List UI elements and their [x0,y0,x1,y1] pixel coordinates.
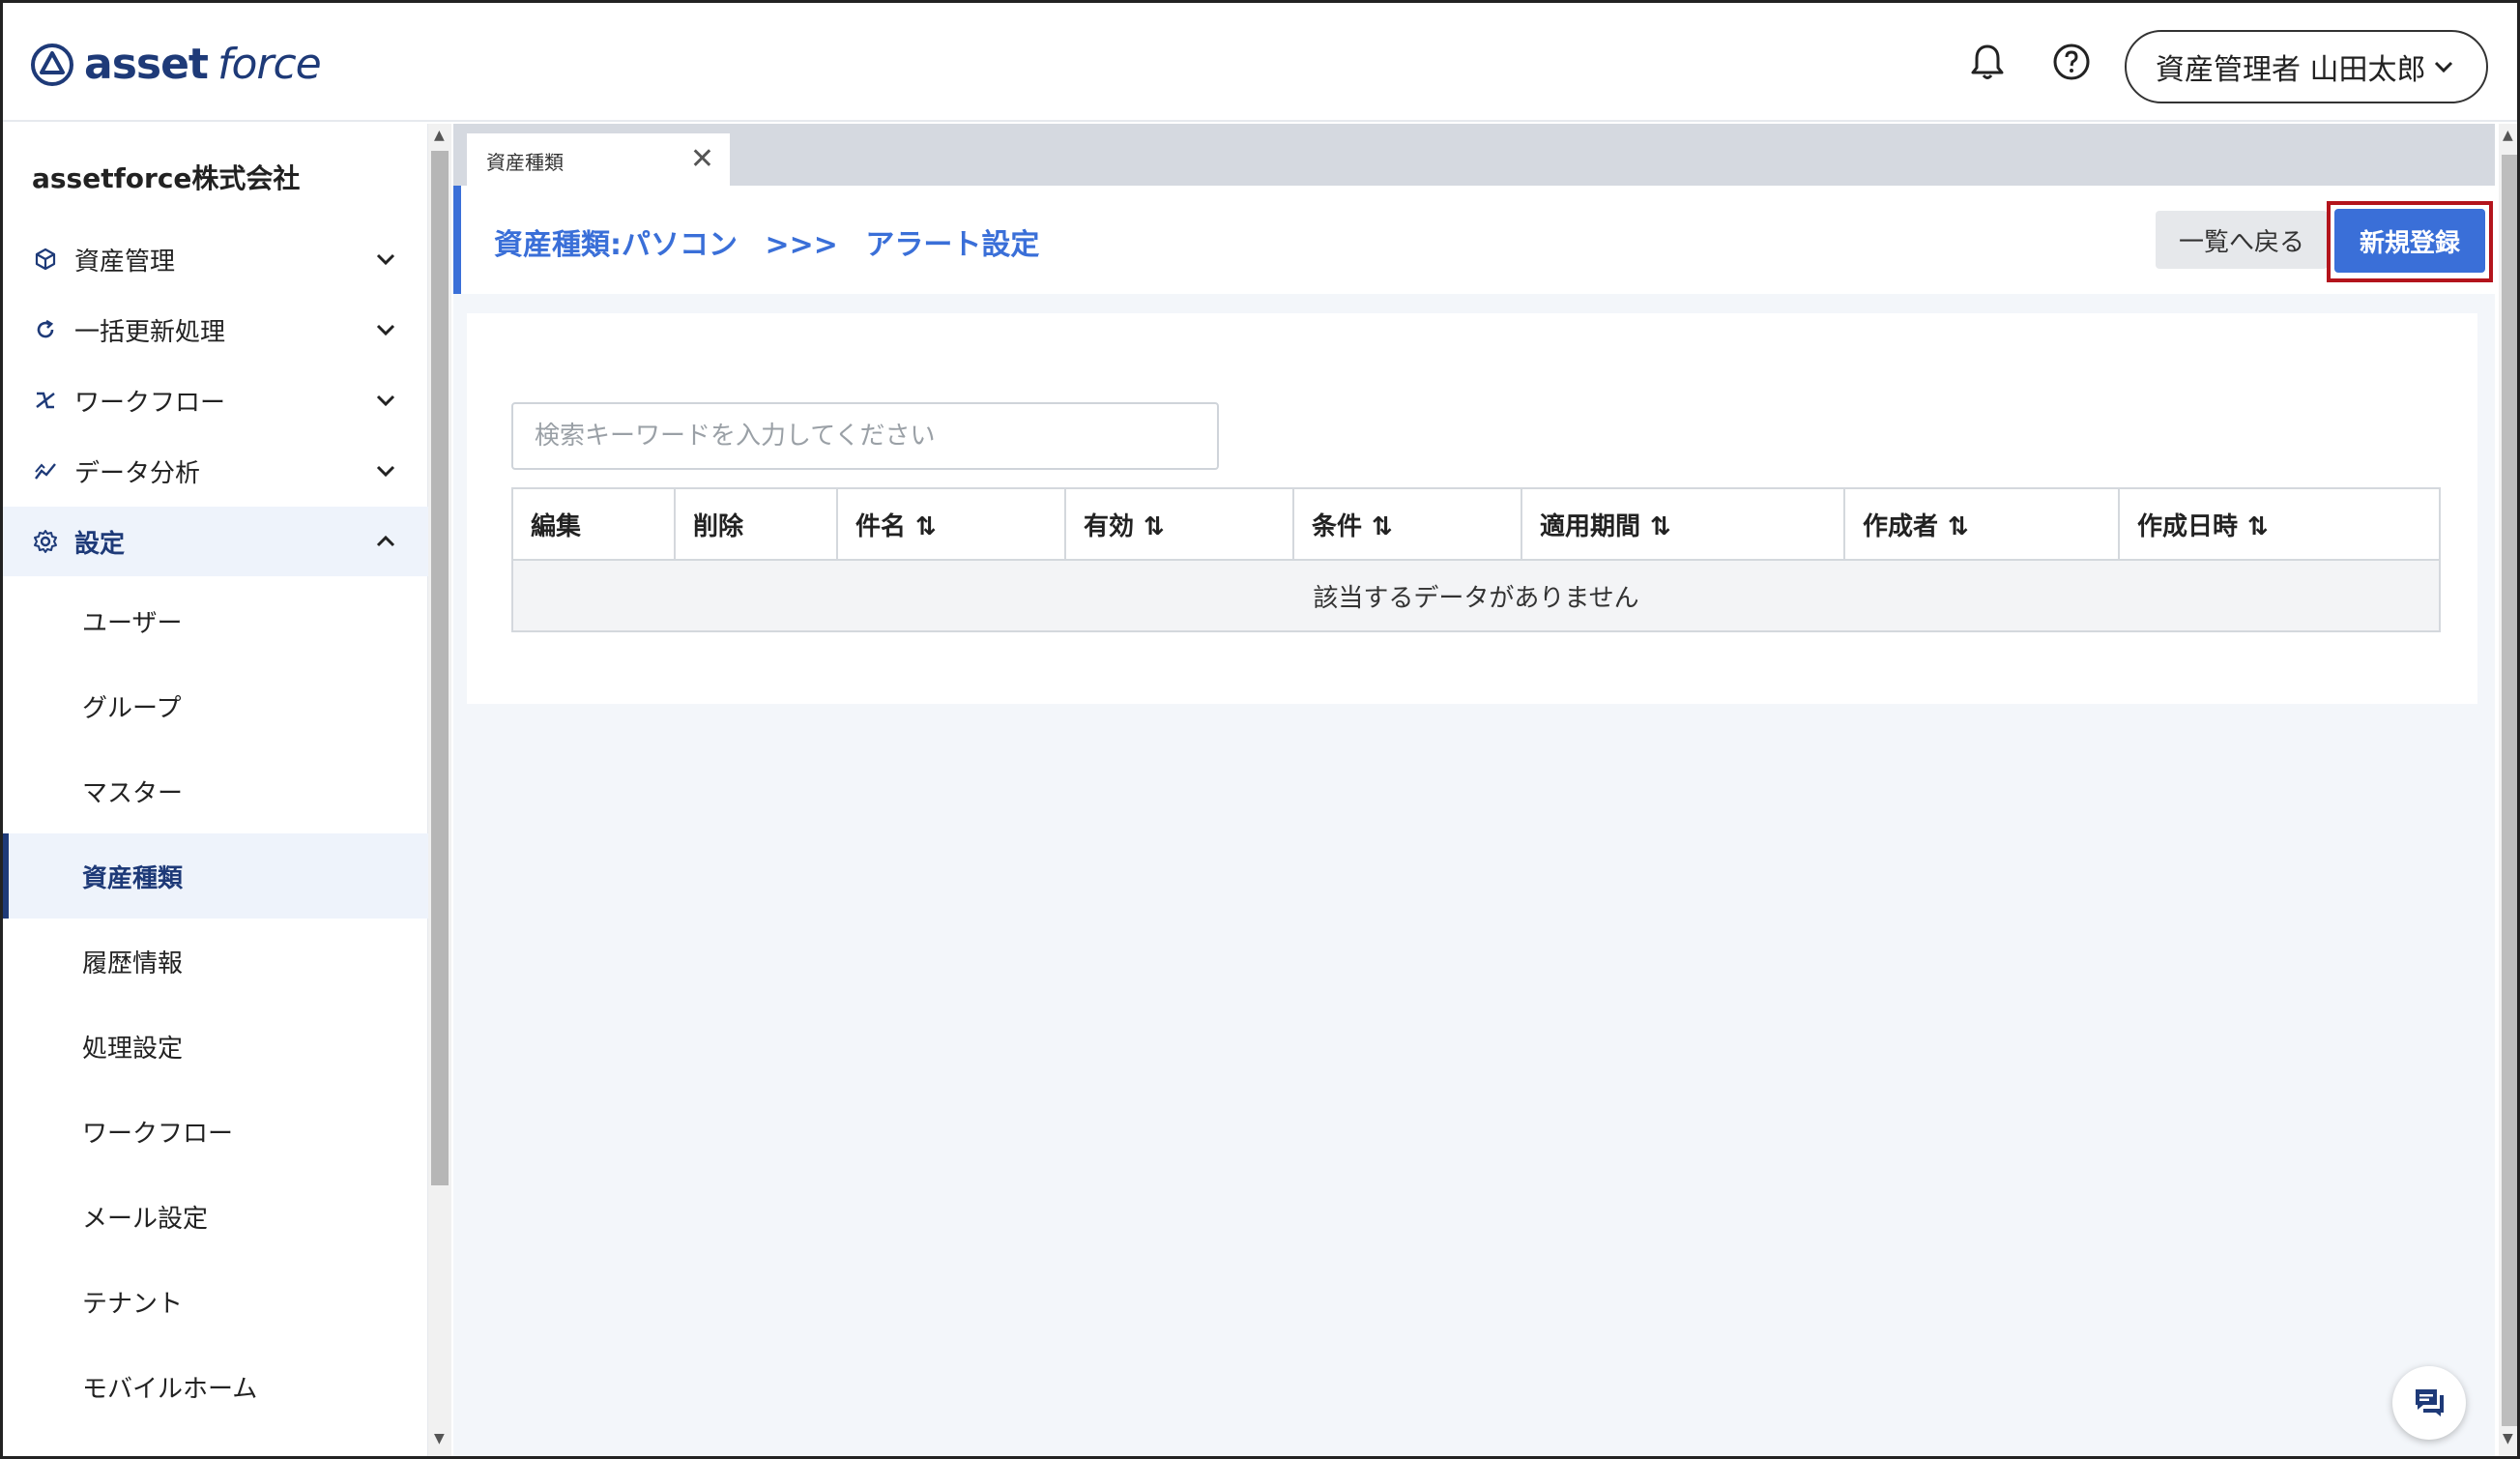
chart-icon [32,457,59,484]
chevron-down-icon [2434,61,2453,73]
new-registration-button[interactable]: 新規登録 [2334,209,2485,273]
tab-label: 資産種類 [486,150,564,174]
back-to-list-button[interactable]: 一覧へ戻る [2156,211,2328,269]
sort-icon[interactable]: ⇅ [1948,512,1969,541]
chat-icon [2416,1389,2444,1416]
column-header-condition[interactable]: 条件 ⇅ [1293,488,1522,560]
alert-list-card: 編集 削除 件名⇅ 有効⇅ 条件⇅ 適用期間⇅ 作成者⇅ 作成日時⇅ 該当するデ… [467,313,2477,704]
breadcrumb-asset-type[interactable]: 資産種類:パソコン [494,228,738,262]
sidebar-subitem-label: テナント [82,1289,184,1319]
sort-icon[interactable]: ⇅ [1650,512,1671,541]
close-icon[interactable]: ✕ [690,145,714,174]
chevron-up-icon [376,535,395,547]
user-menu-button[interactable]: 資産管理者 山田太郎 [2125,30,2488,103]
empty-message: 該当するデータがありません [512,559,2440,631]
user-menu-label: 資産管理者 山田太郎 [2156,53,2426,87]
sidebar-item-settings[interactable]: 設定 [3,507,428,576]
sort-icon[interactable]: ⇅ [1372,512,1393,541]
sidebar-subitem-label: グループ [82,693,182,723]
chevron-down-icon [376,465,395,478]
column-header-delete: 削除 [675,488,838,560]
sidebar-subitem-label: 資産種類 [82,863,184,893]
sidebar-subitem-users[interactable]: ユーザー [3,578,428,663]
column-header-created-at[interactable]: 作成日時 ⇅ [2119,488,2440,560]
sidebar-subitem-asset-types[interactable]: 資産種類 [3,833,428,919]
sidebar-subitem-label: ユーザー [82,608,183,638]
logo-text-force: force [217,40,322,89]
table-row: 該当するデータがありません [512,559,2440,631]
tab-asset-types[interactable]: 資産種類 ✕ [467,133,730,188]
main-content: 資産種類 ✕ 資産種類:パソコン >>> アラート設定 一覧へ戻る 新規登録 編… [453,124,2495,1456]
sidebar-subitem-label: マスター [82,778,184,808]
sidebar-subitem-label: ワークフロー [82,1119,234,1149]
chevron-down-icon [376,324,395,336]
breadcrumb-alert-settings: アラート設定 [865,228,1040,262]
sidebar-item-workflow[interactable]: ワークフロー [3,365,428,435]
logo-text-asset: asset [84,40,209,89]
logo-icon [31,43,73,86]
sidebar-item-label: 一括更新処理 [74,317,226,347]
chat-button[interactable] [2392,1366,2466,1440]
sidebar-item-label: 資産管理 [74,247,176,277]
sidebar-subitem-workflow[interactable]: ワークフロー [3,1089,428,1174]
sidebar-subitem-process-settings[interactable]: 処理設定 [3,1004,428,1089]
sort-icon[interactable]: ⇅ [915,512,937,541]
main-scrollbar-thumb[interactable] [2502,155,2517,1426]
sidebar-scrollbar-thumb[interactable] [431,151,449,1185]
app-window: asset force 資産管理者 山田太郎 assetforce株式会社 資産… [0,0,2520,1459]
sidebar: assetforce株式会社 資産管理 一括更新処理 ワークフロー データ分析 … [3,124,428,1456]
scroll-up-arrow-icon[interactable]: ▲ [2503,128,2513,143]
company-name: assetforce株式会社 [32,162,301,194]
column-header-period[interactable]: 適用期間 ⇅ [1521,488,1845,560]
sidebar-subitem-mail-settings[interactable]: メール設定 [3,1174,428,1259]
sort-icon[interactable]: ⇅ [2247,512,2269,541]
alert-table: 編集 削除 件名 ⇅ 有効 ⇅ 条件 ⇅ 適用期間 ⇅ 作成者 ⇅ 作成日時 ⇅ 該当するデ… [511,487,2441,632]
breadcrumb: 資産種類:パソコン >>> アラート設定 [494,220,1057,263]
search-input[interactable] [511,402,1219,470]
column-header-edit: 編集 [512,488,676,560]
sidebar-subitem-label: メール設定 [82,1204,209,1234]
sidebar-subitem-label: 履歴情報 [82,948,184,978]
sidebar-item-label: 設定 [74,529,126,559]
sidebar-item-data-analysis[interactable]: データ分析 [3,436,428,506]
chevron-down-icon [376,253,395,266]
column-header-subject[interactable]: 件名 ⇅ [837,488,1066,560]
refresh-icon [32,316,59,343]
column-header-enabled[interactable]: 有効 ⇅ [1065,488,1294,560]
cube-icon [32,246,59,273]
sidebar-item-asset-management[interactable]: 資産管理 [3,224,428,294]
tab-bar: 資産種類 ✕ [453,124,2495,188]
bell-icon[interactable] [1965,40,2010,84]
workflow-icon [32,387,59,414]
sidebar-subitem-master[interactable]: マスター [3,748,428,833]
scroll-up-arrow-icon[interactable]: ▲ [434,128,445,143]
breadcrumb-separator: >>> [765,228,838,262]
top-header: asset force 資産管理者 山田太郎 [3,3,2517,122]
main-scrollbar[interactable]: ▲ ▼ [2499,124,2517,1456]
table-header-row: 編集 削除 件名 ⇅ 有効 ⇅ 条件 ⇅ 適用期間 ⇅ 作成者 ⇅ 作成日時 ⇅ [512,488,2440,560]
sidebar-item-label: データ分析 [74,458,201,488]
sidebar-subitem-history[interactable]: 履歴情報 [3,919,428,1004]
column-header-creator[interactable]: 作成者 ⇅ [1844,488,2120,560]
sidebar-item-label: ワークフロー [74,388,226,418]
gear-icon [32,528,59,555]
chevron-down-icon [376,394,395,407]
scroll-down-arrow-icon[interactable]: ▼ [2503,1431,2513,1446]
sidebar-scrollbar[interactable]: ▲ ▼ [428,124,451,1456]
sidebar-subitem-mobile-home[interactable]: モバイルホーム [3,1344,428,1429]
scroll-down-arrow-icon[interactable]: ▼ [434,1431,445,1446]
sidebar-subitem-label: モバイルホーム [82,1374,258,1404]
assetforce-logo[interactable]: asset force [30,40,322,89]
sort-icon[interactable]: ⇅ [1144,512,1165,541]
sidebar-subitem-label: 処理設定 [82,1034,184,1064]
sidebar-subitem-groups[interactable]: グループ [3,663,428,748]
page-title-bar: 資産種類:パソコン >>> アラート設定 一覧へ戻る 新規登録 [453,186,2495,294]
sidebar-item-bulk-update[interactable]: 一括更新処理 [3,295,428,365]
sidebar-subitem-tenant[interactable]: テナント [3,1259,428,1344]
help-icon[interactable] [2049,40,2094,84]
